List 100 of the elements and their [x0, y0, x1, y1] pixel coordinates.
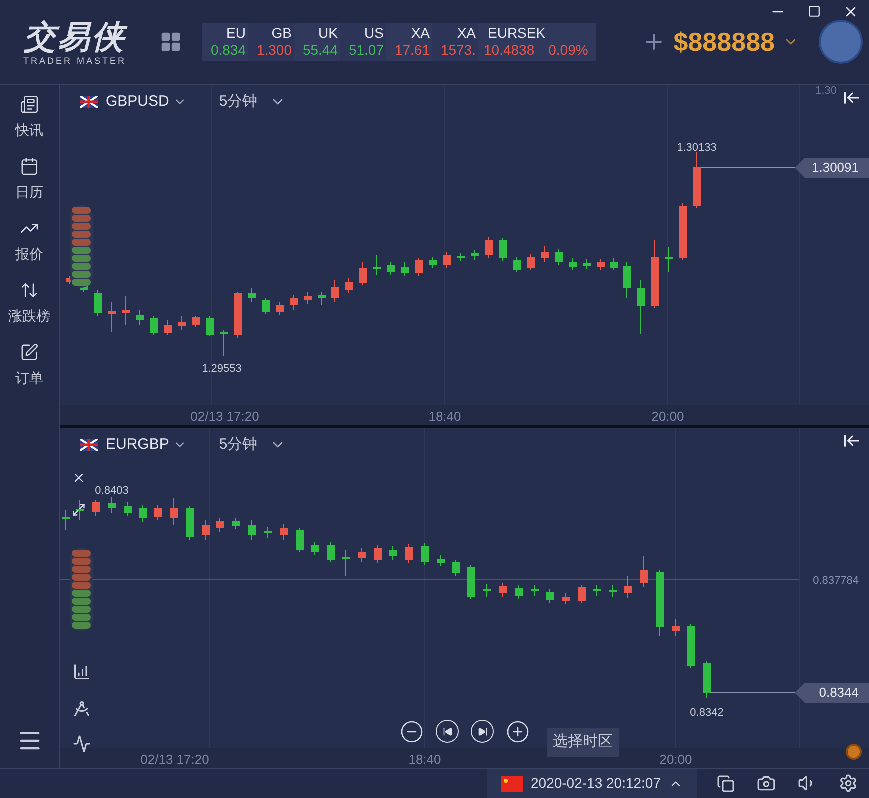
candle [401, 262, 409, 276]
candle [311, 542, 319, 556]
candle [429, 256, 437, 268]
candle [569, 258, 577, 270]
candle [541, 246, 549, 262]
candle [331, 280, 339, 302]
candle [296, 528, 304, 552]
drawing-tool-icon[interactable] [73, 700, 91, 718]
candle [122, 296, 130, 326]
ticker-item[interactable]: GB 1.300 [248, 23, 294, 61]
candle [387, 262, 395, 276]
ticker-item[interactable]: US 51.07 [340, 23, 386, 61]
grid-menu-icon[interactable] [160, 31, 182, 53]
ticker-item[interactable]: EU 0.834 [202, 23, 248, 61]
candle [656, 570, 664, 636]
candle [92, 500, 100, 516]
candle [234, 292, 242, 338]
candle [665, 246, 673, 272]
sidebar-item[interactable]: 快讯 [16, 95, 44, 141]
candle [421, 542, 429, 566]
calendar-icon [20, 157, 39, 176]
candle [515, 584, 523, 600]
candle [415, 258, 423, 276]
ticker-item[interactable]: UK 55.44 [294, 23, 340, 61]
candle [609, 584, 617, 598]
maximize-icon[interactable] [808, 5, 821, 18]
candle [139, 504, 147, 522]
candle [164, 320, 172, 336]
candle [290, 294, 298, 310]
timezone-selector[interactable]: 2020-02-13 20:12:07 [487, 769, 697, 798]
candle [342, 550, 350, 576]
sidebar-item[interactable]: 报价 [16, 219, 44, 265]
settings-icon[interactable] [839, 774, 858, 793]
candle [443, 252, 451, 268]
step-forward-button[interactable] [471, 720, 494, 743]
skip-back-icon [442, 726, 452, 736]
candle [679, 202, 687, 260]
candle [452, 560, 460, 576]
interval-dropdown[interactable]: 5分钟 [219, 434, 286, 456]
price-axis-label: 0.837784 [813, 574, 859, 589]
candle [358, 548, 366, 562]
candle [202, 520, 210, 540]
candle [373, 254, 381, 276]
candle [499, 238, 507, 262]
balance-amount[interactable]: $888888 [674, 22, 775, 62]
candle [687, 624, 695, 668]
candle [546, 588, 554, 604]
symbol-dropdown[interactable]: EURGBP [106, 434, 188, 456]
sidebar-item[interactable]: 订单 [16, 343, 44, 389]
waveform-icon[interactable] [73, 735, 91, 753]
zoom-in-button[interactable] [506, 720, 530, 744]
zoom-out-button[interactable] [400, 720, 424, 744]
candle [276, 302, 284, 316]
last-price-tag: 1.30091 [795, 158, 869, 178]
ticker-item[interactable]: EURSEK 10.4838 0.09% [478, 23, 596, 61]
time-axis-label: 18:40 [408, 751, 442, 768]
candle [216, 518, 224, 532]
interval-dropdown[interactable]: 5分钟 [219, 91, 286, 114]
symbol-dropdown[interactable]: GBPUSD [106, 91, 188, 114]
candle [124, 502, 132, 516]
candle [513, 256, 521, 272]
candle [327, 542, 335, 562]
candle [623, 262, 631, 298]
candle [345, 278, 353, 294]
candle [527, 254, 535, 270]
ticker-item[interactable]: XA 1573. [432, 23, 478, 61]
candle [280, 524, 288, 540]
expand-icon[interactable] [72, 503, 86, 517]
brand-tagline: TRADER MASTER [23, 55, 126, 68]
candle [262, 298, 270, 314]
windows-icon[interactable] [717, 774, 735, 792]
sidebar-item[interactable]: 涨跌榜 [8, 281, 50, 327]
candle [76, 500, 84, 520]
candle [693, 152, 701, 208]
time-axis-label: 20:00 [652, 408, 684, 425]
camera-icon[interactable] [757, 774, 776, 793]
close-icon[interactable] [72, 471, 86, 485]
indicator-chart-icon[interactable] [73, 663, 91, 681]
candle [154, 504, 162, 520]
brand-logo: 交易侠 [24, 21, 126, 54]
high-price-label: 1.30133 [677, 141, 717, 156]
collapse-panel-icon[interactable] [843, 89, 861, 107]
candle [555, 248, 563, 266]
flag-icon [501, 776, 523, 792]
candle [192, 316, 200, 328]
candle [94, 290, 102, 316]
last-price-tag: 0.8344 [795, 683, 869, 703]
ticker-item[interactable]: XA 17.61 [386, 23, 432, 61]
candle [206, 316, 214, 336]
candle [583, 258, 591, 270]
flag-icon [80, 439, 98, 452]
time-axis-label: 20:00 [660, 751, 692, 768]
candle [531, 584, 539, 596]
sidebar-item[interactable]: 日历 [16, 157, 44, 203]
step-back-button[interactable] [436, 720, 459, 743]
skip-forward-icon [478, 726, 488, 736]
collapse-panel-icon[interactable] [843, 432, 861, 450]
candle [150, 316, 158, 336]
coin-icon [846, 744, 862, 760]
candle [483, 584, 491, 598]
